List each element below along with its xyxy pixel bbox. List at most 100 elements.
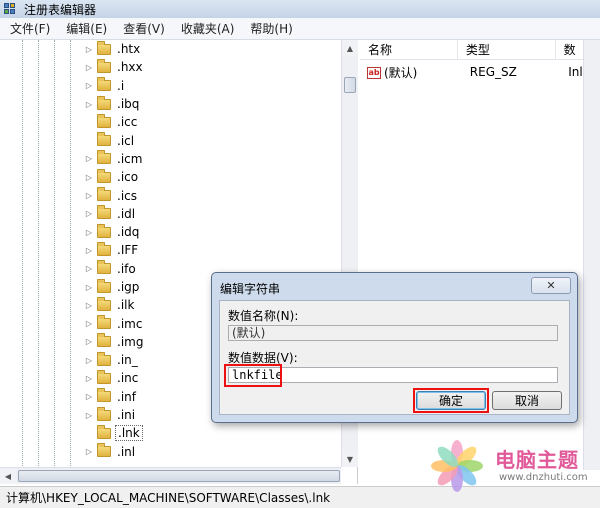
expand-arrow-icon[interactable]: ▷ — [84, 228, 94, 237]
scroll-left-arrow-icon[interactable]: ◀ — [0, 468, 16, 484]
scroll-up-arrow-icon[interactable]: ▲ — [342, 40, 358, 56]
tree-item-label: .ico — [117, 170, 139, 185]
value-name-field: (默认) — [228, 325, 558, 341]
dialog-close-button[interactable]: ✕ — [531, 277, 571, 294]
window-title: 注册表编辑器 — [24, 2, 97, 17]
folder-icon — [97, 150, 111, 165]
tree-hscroll-thumb[interactable] — [18, 470, 340, 482]
tree-item-label: .lnk — [115, 425, 143, 442]
menu-edit[interactable]: 编辑(E) — [56, 20, 113, 37]
value-data-highlight — [224, 364, 282, 387]
expand-arrow-icon[interactable]: ▷ — [84, 319, 94, 328]
tree-item-label: .ics — [117, 188, 137, 203]
tree-item-label: .htx — [117, 42, 141, 57]
expand-arrow-icon[interactable]: ▷ — [84, 63, 94, 72]
expand-arrow-icon[interactable]: ▷ — [84, 173, 94, 182]
tree-item-label: .imc — [117, 316, 143, 331]
expand-arrow-icon[interactable]: ▷ — [84, 264, 94, 273]
tree-item-label: .inf — [117, 389, 136, 404]
folder-icon — [97, 223, 111, 238]
tree-item-label: .icc — [117, 115, 138, 130]
tree-item-label: .ifo — [117, 261, 136, 276]
menu-help[interactable]: 帮助(H) — [240, 20, 298, 37]
menu-favorites[interactable]: 收藏夹(A) — [171, 20, 241, 37]
tree-item-label: .i — [117, 78, 125, 93]
folder-icon — [97, 132, 111, 147]
tree-item[interactable]: ▷ .hxx — [84, 58, 340, 76]
tree-item[interactable]: ▷ .ibq — [84, 95, 340, 113]
expand-arrow-icon[interactable]: ▷ — [84, 209, 94, 218]
tree-item-label: .ibq — [117, 97, 140, 112]
title-bar: 注册表编辑器 — [0, 0, 600, 18]
tree-item[interactable]: .lnk — [84, 424, 340, 442]
tree-item-label: .icm — [117, 151, 143, 166]
folder-icon — [97, 40, 111, 55]
tree-scroll-thumb[interactable] — [344, 77, 356, 93]
folder-icon — [97, 95, 111, 110]
tree-item[interactable]: ▷ .htx — [84, 40, 340, 58]
tree-item[interactable]: .icc — [84, 113, 340, 131]
tree-item[interactable]: ▷ .icm — [84, 150, 340, 168]
ok-button-highlight — [413, 388, 489, 413]
expand-arrow-icon[interactable]: ▷ — [84, 447, 94, 456]
close-icon: ✕ — [546, 279, 556, 292]
expand-arrow-icon[interactable]: ▷ — [84, 191, 94, 200]
expand-arrow-icon[interactable]: ▷ — [84, 81, 94, 90]
tree-item[interactable]: ▷ .ico — [84, 168, 340, 186]
tree-item-label: .idl — [117, 206, 136, 221]
dialog-body: 数值名称(N): (默认) 数值数据(V): lnkfile 确定 取消 — [219, 300, 570, 415]
tree-item-label: .hxx — [117, 60, 143, 75]
menu-bar: 文件(F) 编辑(E) 查看(V) 收藏夹(A) 帮助(H) — [0, 18, 600, 40]
tree-item-label: .img — [117, 334, 144, 349]
tree-item-label: .inl — [117, 444, 136, 459]
tree-item-label: .in_ — [117, 353, 138, 368]
folder-icon — [97, 443, 111, 458]
cancel-button[interactable]: 取消 — [492, 391, 562, 410]
expand-arrow-icon[interactable]: ▷ — [84, 392, 94, 401]
list-vertical-scrollbar[interactable] — [583, 40, 600, 470]
edit-string-dialog: 编辑字符串 ✕ 数值名称(N): (默认) 数值数据(V): lnkfile 确… — [211, 272, 578, 423]
menu-view[interactable]: 查看(V) — [113, 20, 171, 37]
folder-icon — [97, 205, 111, 220]
expand-arrow-icon[interactable]: ▷ — [84, 100, 94, 109]
tree-item-label: .igp — [117, 280, 140, 294]
expand-arrow-icon[interactable]: ▷ — [84, 246, 94, 255]
tree-item[interactable]: ▷ .i — [84, 77, 340, 95]
folder-icon — [97, 187, 111, 202]
expand-arrow-icon[interactable]: ▷ — [84, 356, 94, 365]
column-header-name[interactable]: 名称 — [360, 40, 458, 60]
expand-arrow-icon[interactable]: ▷ — [84, 45, 94, 54]
folder-icon — [97, 278, 111, 293]
tree-item[interactable]: ▷ .idl — [84, 205, 340, 223]
expand-arrow-icon[interactable]: ▷ — [84, 411, 94, 420]
column-header-type[interactable]: 类型 — [458, 40, 556, 60]
folder-icon — [97, 406, 111, 421]
tree-item[interactable]: ▷ .idq — [84, 223, 340, 241]
value-name-label: 数值名称(N): — [228, 309, 299, 323]
column-header-data[interactable]: 数 — [556, 40, 583, 60]
expand-arrow-icon[interactable]: ▷ — [84, 301, 94, 310]
reg-sz-icon: ab — [367, 67, 381, 79]
tree-item[interactable]: .icl — [84, 131, 340, 149]
watermark-url: www.dnzhuti.com — [499, 472, 588, 483]
tree-item[interactable]: ▷ .ics — [84, 186, 340, 204]
folder-icon — [97, 260, 111, 275]
tree-item-label: .icl — [117, 133, 135, 148]
tree-item[interactable]: ▷ .inl — [84, 443, 340, 461]
expand-arrow-icon[interactable]: ▷ — [84, 337, 94, 346]
value-row-default[interactable]: ab (默认) REG_SZ Inl — [360, 63, 583, 81]
folder-icon — [97, 351, 111, 366]
tree-item[interactable]: ▷ .IFF — [84, 241, 340, 259]
watermark: 电脑主题 www.dnzhuti.com — [425, 436, 600, 492]
folder-icon — [97, 241, 111, 256]
folder-icon — [97, 58, 111, 73]
expand-arrow-icon[interactable]: ▷ — [84, 283, 94, 292]
expand-arrow-icon[interactable]: ▷ — [84, 154, 94, 163]
value-type: REG_SZ — [469, 65, 517, 79]
value-data: Inl — [568, 65, 583, 79]
tree-horizontal-scrollbar[interactable]: ◀ — [0, 467, 341, 484]
expand-arrow-icon[interactable]: ▷ — [84, 374, 94, 383]
menu-file[interactable]: 文件(F) — [0, 20, 56, 37]
scroll-down-arrow-icon[interactable]: ▼ — [342, 451, 358, 467]
folder-icon — [97, 296, 111, 311]
